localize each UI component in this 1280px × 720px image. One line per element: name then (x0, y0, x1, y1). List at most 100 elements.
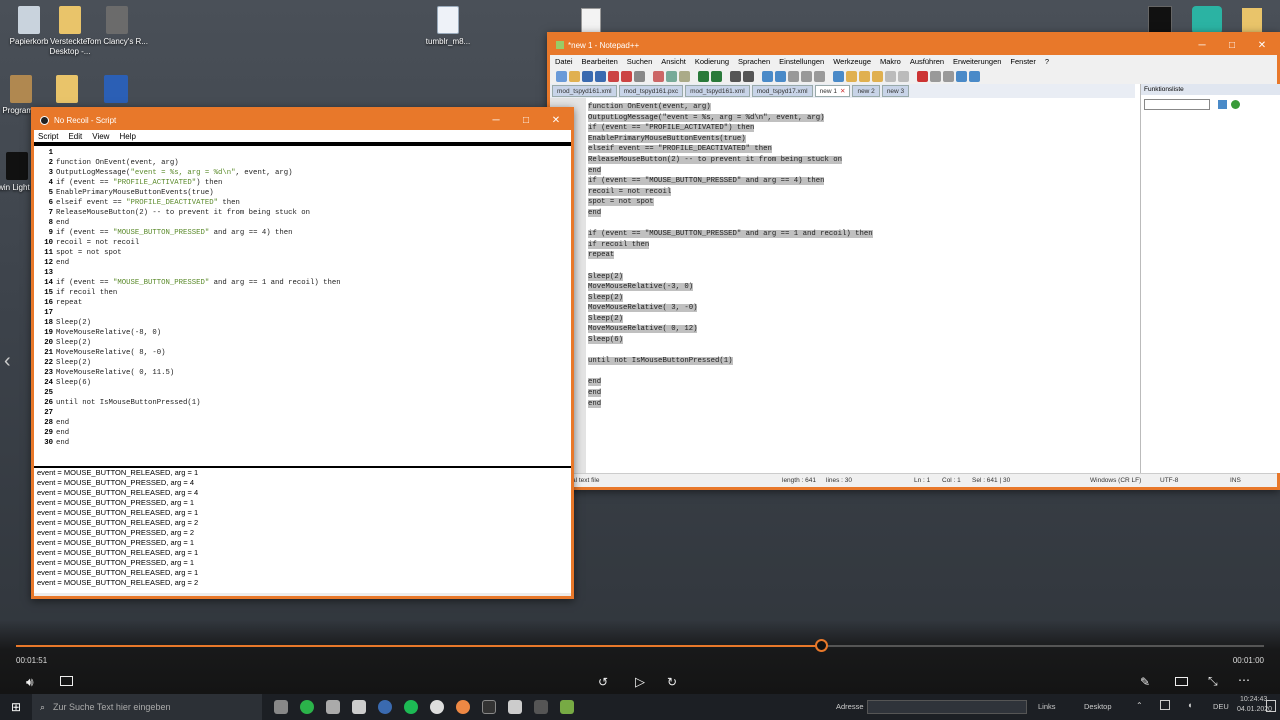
editor-code[interactable]: function OnEvent(event, arg) OutputLogMes… (588, 98, 1135, 409)
volume-icon[interactable]: 🔊︎ (26, 675, 34, 690)
menu-edit[interactable]: Edit (68, 132, 82, 141)
app-icon[interactable] (352, 700, 366, 714)
open-file-icon[interactable] (569, 70, 580, 82)
function-list-icon[interactable] (846, 70, 857, 82)
show-all-chars-icon[interactable] (814, 70, 825, 82)
seek-handle[interactable] (814, 639, 828, 652)
sync-scroll-icon[interactable] (788, 70, 799, 82)
clock-time[interactable]: 10:24:43 (1240, 696, 1267, 703)
menu-werkzeuge[interactable]: Werkzeuge (833, 57, 871, 66)
notepad-titlebar[interactable]: *new 1 - Notepad++ ─ □ ✕ (550, 35, 1277, 55)
menu-erweiterungen[interactable]: Erweiterungen (953, 57, 1001, 66)
tab-file-4[interactable]: mod_tspyd17.xml (751, 85, 813, 97)
taskbar-search[interactable]: ⌕ Zur Suche Text hier eingeben (32, 694, 262, 720)
play-macro-icon[interactable] (943, 70, 954, 82)
mp3-file-icon[interactable]: tumblr_m8... (413, 6, 483, 47)
minimize-icon[interactable]: ─ (1187, 35, 1217, 55)
edit-pencil-icon[interactable]: ✎ (1140, 675, 1150, 689)
forward-30-icon[interactable]: ↻ (667, 675, 677, 689)
spotify-icon[interactable] (404, 700, 418, 714)
game-shortcut-icon[interactable]: Tom Clancy's R... (82, 6, 152, 47)
close-all-icon[interactable] (621, 70, 632, 82)
tab-file-2[interactable]: mod_tspyd161.pxc (618, 85, 684, 97)
editor-area[interactable]: mod_tspyd161.xml mod_tspyd161.pxc mod_ts… (550, 84, 1135, 473)
script-editor[interactable]: 1 2 function OnEvent(event, arg) 3 OutputLog… (34, 146, 571, 466)
doc-map-icon[interactable] (872, 70, 883, 82)
menu-fenster[interactable]: Fenster (1010, 57, 1035, 66)
menu-ansicht[interactable]: Ansicht (661, 57, 686, 66)
output-log[interactable]: event = MOUSE_BUTTON_RELEASED, arg = 1 ev… (34, 468, 571, 593)
close-tab-icon[interactable]: ✕ (840, 87, 845, 95)
network-icon[interactable] (1160, 700, 1170, 710)
maximize-icon[interactable]: □ (511, 110, 541, 130)
menu-makro[interactable]: Makro (880, 57, 901, 66)
windows-start-icon[interactable]: ⊞ (0, 694, 32, 720)
tab-new-3[interactable]: new 3 (881, 85, 910, 97)
subtitles-icon[interactable] (60, 676, 73, 686)
notepad-taskbar-icon[interactable] (560, 700, 574, 714)
wrap-icon[interactable] (801, 70, 812, 82)
mini-view-icon[interactable] (1175, 677, 1188, 686)
minimize-icon[interactable]: ─ (481, 110, 511, 130)
seek-track[interactable] (16, 639, 1264, 652)
xbox-icon[interactable] (300, 700, 314, 714)
find-icon[interactable] (730, 70, 741, 82)
menu-view[interactable]: View (92, 132, 109, 141)
logitech-taskbar-icon[interactable] (482, 700, 496, 714)
save-icon[interactable] (582, 70, 593, 82)
indent-guide-icon[interactable] (833, 70, 844, 82)
tab-file-3[interactable]: mod_tspyd161.xml (685, 85, 750, 97)
monitor-icon[interactable] (885, 70, 896, 82)
new-file-icon[interactable] (556, 70, 567, 82)
menu-script[interactable]: Script (38, 132, 58, 141)
print-icon[interactable] (634, 70, 645, 82)
close-icon[interactable]: ✕ (1247, 35, 1277, 55)
redo-icon[interactable] (711, 70, 722, 82)
save-all-icon[interactable] (595, 70, 606, 82)
menu-bearbeiten[interactable]: Bearbeiten (582, 57, 618, 66)
play-icon[interactable]: ▷ (635, 674, 645, 690)
undo-icon[interactable] (698, 70, 709, 82)
replace-icon[interactable] (743, 70, 754, 82)
tab-new-2[interactable]: new 2 (852, 85, 880, 97)
settings-icon[interactable] (274, 700, 288, 714)
menu-datei[interactable]: Datei (555, 57, 573, 66)
text-file-icon[interactable] (581, 8, 601, 34)
maximize-icon[interactable]: □ (1217, 35, 1247, 55)
more-options-icon[interactable]: ⋯ (1238, 673, 1250, 687)
menu-suchen[interactable]: Suchen (627, 57, 652, 66)
menu-einstellungen[interactable]: Einstellungen (779, 57, 824, 66)
zoom-out-icon[interactable] (775, 70, 786, 82)
menu-help[interactable]: ? (1045, 57, 1049, 66)
links-label[interactable]: Links (1038, 702, 1056, 711)
app-icon[interactable] (430, 700, 444, 714)
notifications-icon[interactable] (1266, 700, 1276, 712)
folder-icon[interactable] (1242, 8, 1262, 34)
folder-icon[interactable] (56, 75, 78, 103)
script-titlebar[interactable]: No Recoil - Script ─ □ ✕ (34, 110, 571, 130)
paste-icon[interactable] (679, 70, 690, 82)
shell-icon[interactable] (898, 70, 909, 82)
rewind-10-icon[interactable]: ↺ (598, 675, 608, 689)
function-search-input[interactable] (1144, 99, 1210, 110)
folder-taskbar-icon[interactable] (508, 700, 522, 714)
chrome-icon[interactable] (456, 700, 470, 714)
record-macro-icon[interactable] (917, 70, 928, 82)
menu-kodierung[interactable]: Kodierung (695, 57, 729, 66)
run-macro-multiple-icon[interactable] (956, 70, 967, 82)
tab-file-1[interactable]: mod_tspyd161.xml (552, 85, 617, 97)
close-icon[interactable]: ✕ (541, 110, 571, 130)
desktop-label[interactable]: Desktop (1084, 702, 1112, 711)
language-indicator[interactable]: DEU (1213, 702, 1229, 711)
stop-macro-icon[interactable] (930, 70, 941, 82)
word-document-icon[interactable] (104, 75, 128, 103)
tab-new-1[interactable]: new 1 ✕ (814, 85, 851, 97)
cut-icon[interactable] (653, 70, 664, 82)
app-icon[interactable] (534, 700, 548, 714)
app-icon[interactable] (378, 700, 392, 714)
app-shortcut-icon[interactable] (1192, 6, 1222, 34)
menu-sprachen[interactable]: Sprachen (738, 57, 770, 66)
menu-ausfuehren[interactable]: Ausführen (910, 57, 944, 66)
tray-up-icon[interactable]: ⌃ (1136, 701, 1143, 710)
close-file-icon[interactable] (608, 70, 619, 82)
